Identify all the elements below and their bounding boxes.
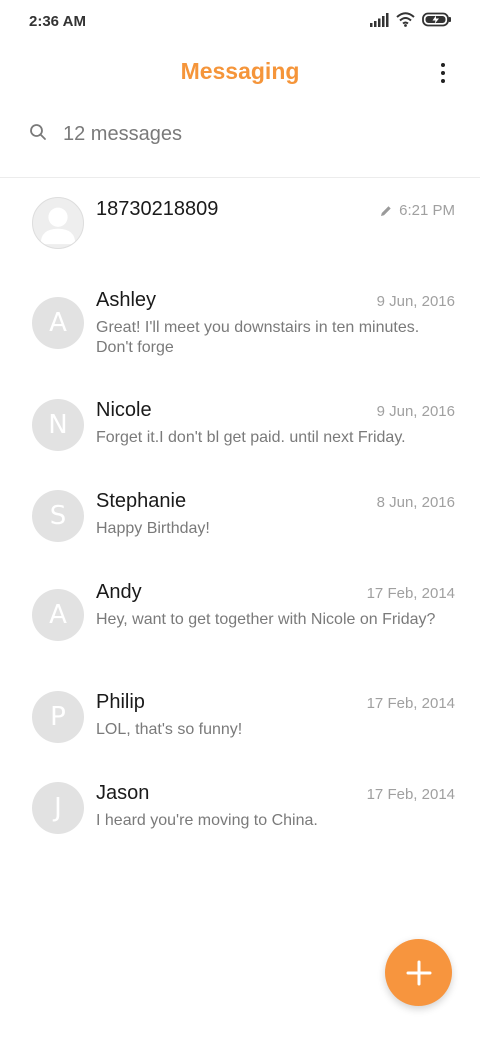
status-icons (370, 12, 452, 27)
plus-icon (406, 960, 431, 985)
contact-name: 18730218809 (96, 198, 219, 220)
search-input[interactable]: 12 messages (63, 123, 182, 146)
avatar (32, 197, 84, 249)
list-item[interactable]: A Ashley 9 Jun, 2016 Great! I'll meet yo… (0, 270, 480, 380)
contact-name: Andy (96, 581, 142, 603)
avatar-letter: J (54, 793, 62, 823)
avatar-letter: A (49, 308, 67, 338)
contact-name: Philip (96, 691, 145, 713)
page-title: Messaging (180, 58, 300, 84)
app-header: Messaging (0, 44, 480, 100)
list-item[interactable]: 18730218809 6:21 PM (0, 178, 480, 270)
message-preview: Happy Birthday! (96, 520, 210, 537)
list-item[interactable]: N Nicole 9 Jun, 2016 Forget it.I don't b… (0, 380, 480, 471)
contact-name: Nicole (96, 399, 152, 421)
signal-icon (370, 12, 389, 27)
more-options-button[interactable] (430, 58, 456, 88)
avatar: A (32, 589, 84, 641)
message-date: 9 Jun, 2016 (376, 293, 455, 310)
new-message-button[interactable] (385, 939, 452, 1006)
message-date: 17 Feb, 2014 (366, 585, 455, 602)
message-date: 8 Jun, 2016 (376, 494, 455, 511)
avatar: P (32, 691, 84, 743)
wifi-icon (396, 12, 415, 27)
avatar-letter: P (50, 702, 66, 732)
message-preview: I heard you're moving to China. (96, 812, 318, 829)
contact-name: Ashley (96, 289, 157, 311)
person-icon (40, 207, 76, 245)
avatar: J (32, 782, 84, 834)
message-preview: LOL, that's so funny! (96, 721, 243, 738)
avatar: A (32, 297, 84, 349)
list-item[interactable]: A Andy 17 Feb, 2014 Hey, want to get tog… (0, 562, 480, 672)
message-date: 17 Feb, 2014 (366, 695, 455, 712)
list-item[interactable]: P Philip 17 Feb, 2014 LOL, that's so fun… (0, 672, 480, 763)
status-bar: 2:36 AM (0, 0, 480, 44)
date-text: 6:21 PM (399, 202, 455, 219)
list-item[interactable]: J Jason 17 Feb, 2014 I heard you're movi… (0, 763, 480, 854)
message-date: 9 Jun, 2016 (376, 403, 455, 420)
message-preview: Great! I'll meet you downstairs in ten m… (96, 319, 420, 356)
avatar-letter: S (49, 501, 67, 531)
contact-name: Stephanie (96, 490, 187, 512)
list-item[interactable]: S Stephanie 8 Jun, 2016 Happy Birthday! (0, 471, 480, 562)
pencil-icon (381, 205, 391, 216)
search-icon (30, 124, 46, 140)
status-time: 2:36 AM (29, 13, 86, 30)
avatar-letter: N (48, 410, 68, 440)
avatar: S (32, 490, 84, 542)
avatar: N (32, 399, 84, 451)
battery-charging-icon (422, 12, 451, 27)
message-preview: Forget it.I don't bl get paid. until nex… (96, 429, 406, 446)
message-date: 6:21 PM (379, 202, 455, 219)
avatar-letter: A (49, 600, 67, 630)
search-bar[interactable]: 12 messages (0, 110, 480, 158)
message-date: 17 Feb, 2014 (366, 786, 455, 803)
contact-name: Jason (96, 782, 150, 804)
message-preview: Hey, want to get together with Nicole on… (96, 611, 436, 628)
more-vertical-icon (441, 63, 445, 67)
